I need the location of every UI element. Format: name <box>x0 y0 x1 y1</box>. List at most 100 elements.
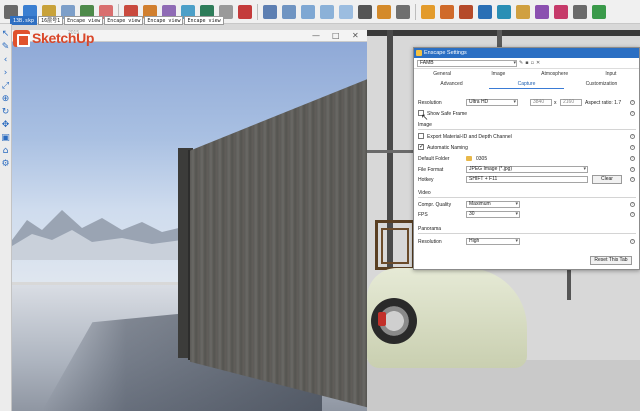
resolution-dropdown[interactable]: Ultra HD <box>466 99 518 106</box>
sketchup-logo: SketchUp <box>13 27 94 49</box>
home-icon[interactable] <box>358 4 372 19</box>
tab-advanced[interactable]: Advanced <box>414 79 489 89</box>
zoom-extents-icon[interactable]: ⤢ <box>1 82 10 91</box>
top-view-icon[interactable] <box>282 4 296 19</box>
enscape-viewport[interactable]: — □ ✕ <box>12 30 367 411</box>
tab-encape-view-1[interactable]: Encape view <box>64 16 104 25</box>
group-divider <box>418 129 636 130</box>
enscape-video-icon[interactable] <box>497 4 511 19</box>
resolution-value: Ultra HD <box>469 99 489 105</box>
file-format-dropdown[interactable]: JPEG Image (*.jpg) <box>466 166 588 173</box>
group-divider <box>418 233 636 234</box>
hotkey-field[interactable]: SHIFT + F11 <box>466 176 588 183</box>
next-view-icon[interactable]: › <box>1 69 10 78</box>
dialog-title: Enscape Settings <box>424 50 467 56</box>
back-view-icon[interactable] <box>339 4 353 19</box>
walk-icon[interactable]: ⌂ <box>1 147 10 156</box>
compr-quality-dropdown[interactable]: Maximum <box>466 201 520 208</box>
help-icon[interactable]: ? <box>630 100 635 105</box>
enscape-capture-icon[interactable] <box>478 4 492 19</box>
tabs-row-2: Advanced Capture Customization <box>414 79 639 89</box>
select-icon[interactable]: ↖ <box>1 30 10 39</box>
fps-dropdown[interactable]: 30 <box>466 211 520 218</box>
tab-general[interactable]: General <box>414 69 470 79</box>
maximize-icon[interactable]: □ <box>332 31 340 40</box>
enscape-export-icon[interactable] <box>535 4 549 19</box>
resolution-width-field[interactable]: 3840 <box>530 99 552 106</box>
right-view-icon[interactable] <box>320 4 334 19</box>
eraser-icon[interactable]: ✎ <box>1 43 10 52</box>
tab-atmosphere[interactable]: Atmosphere <box>527 69 583 79</box>
pan-icon[interactable]: ✥ <box>1 121 10 130</box>
group-divider <box>418 197 636 198</box>
window-frame-inner <box>381 228 409 264</box>
help-icon[interactable]: ? <box>630 239 635 244</box>
iso-view-icon[interactable] <box>263 4 277 19</box>
tab-input[interactable]: Input <box>583 69 639 79</box>
resolution-height-field[interactable]: 2160 <box>560 99 582 106</box>
help-icon[interactable]: ? <box>630 134 635 139</box>
enscape-start-icon[interactable] <box>421 4 435 19</box>
chevron-down-icon: ▾ <box>513 59 516 66</box>
enscape-sync-icon[interactable] <box>440 4 454 19</box>
resolution-width-value: 3840 <box>533 99 545 105</box>
tabs-row-1: General Image Atmosphere Input <box>414 69 639 79</box>
enscape-help-icon[interactable] <box>592 4 606 19</box>
compr-quality-label: Compr. Quality <box>418 202 452 208</box>
help-icon[interactable]: ? <box>630 156 635 161</box>
clear-hotkey-button[interactable]: Clear <box>592 175 622 184</box>
tab-13b[interactable]: 13B.skp <box>10 16 38 25</box>
save-as-icon[interactable]: ▫ <box>531 60 534 66</box>
export-material-label: Export Material-ID and Depth Channel <box>427 134 512 140</box>
help-icon[interactable]: ? <box>630 145 635 150</box>
tab-customization[interactable]: Customization <box>564 79 639 89</box>
resolution-label: Resolution <box>418 100 442 106</box>
close-icon[interactable]: ✕ <box>352 31 359 40</box>
enscape-settings-icon[interactable] <box>516 4 530 19</box>
previous-view-icon[interactable]: ‹ <box>1 56 10 65</box>
default-folder-value: 0305 <box>476 156 488 162</box>
preset-dropdown[interactable]: FAMB ▾ <box>417 59 517 67</box>
delete-icon[interactable]: ✕ <box>536 60 540 66</box>
tab-encape-view-4[interactable]: Encape view <box>184 16 224 25</box>
orbit-icon[interactable]: ↻ <box>1 108 10 117</box>
help-icon[interactable]: ? <box>630 212 635 217</box>
fps-label: FPS <box>418 212 428 218</box>
minimize-icon[interactable]: — <box>312 31 320 40</box>
save-icon[interactable]: ▪ <box>525 60 528 66</box>
toolbar-separator <box>415 3 416 20</box>
help-icon[interactable]: ? <box>630 177 635 182</box>
tab-encape-view-3[interactable]: Encape view <box>144 16 184 25</box>
enscape-view-icon[interactable] <box>459 4 473 19</box>
settings-icon[interactable]: ⚙ <box>1 160 10 169</box>
axes-icon[interactable] <box>238 4 252 19</box>
zoom-window-icon[interactable]: ⊕ <box>1 95 10 104</box>
section-icon[interactable]: ▣ <box>1 134 10 143</box>
steel-beam <box>367 30 640 36</box>
enscape-vr-icon[interactable] <box>573 4 587 19</box>
document-tabs: 13B.skp 16层号1 Encape view Encape view En… <box>10 16 224 25</box>
export-material-checkbox[interactable] <box>418 133 424 139</box>
aspect-ratio-text: Aspect ratio: 1.7 <box>585 100 622 106</box>
reset-tab-button[interactable]: Reset This Tab <box>590 256 632 265</box>
pano-resolution-dropdown[interactable]: High <box>466 238 520 245</box>
tab-16[interactable]: 16层号1 <box>38 16 64 25</box>
automatic-naming-checkbox[interactable] <box>418 143 424 150</box>
fps-value: 30 <box>469 211 475 217</box>
tab-capture[interactable]: Capture <box>489 79 564 89</box>
section-icon[interactable] <box>377 4 391 19</box>
tab-encape-view-2[interactable]: Encape view <box>104 16 144 25</box>
panorama-group-title: Panorama <box>418 226 442 232</box>
brake-caliper <box>378 312 386 326</box>
enscape-asset-icon[interactable] <box>554 4 568 19</box>
component-icon[interactable] <box>396 4 410 19</box>
left-toolbar: ↖ ✎ ‹ › ⤢ ⊕ ↻ ✥ ▣ ⌂ ⚙ <box>0 24 12 411</box>
help-icon[interactable]: ? <box>630 202 635 207</box>
help-icon[interactable]: ? <box>630 167 635 172</box>
tab-image[interactable]: Image <box>470 69 526 79</box>
folder-icon[interactable] <box>466 156 472 161</box>
help-icon[interactable]: ? <box>630 111 635 116</box>
front-view-icon[interactable] <box>301 4 315 19</box>
rename-icon[interactable]: ✎ <box>519 60 523 66</box>
enscape-settings-dialog: Enscape Settings FAMB ▾ ✎ ▪ ▫ ✕ General … <box>413 47 640 270</box>
